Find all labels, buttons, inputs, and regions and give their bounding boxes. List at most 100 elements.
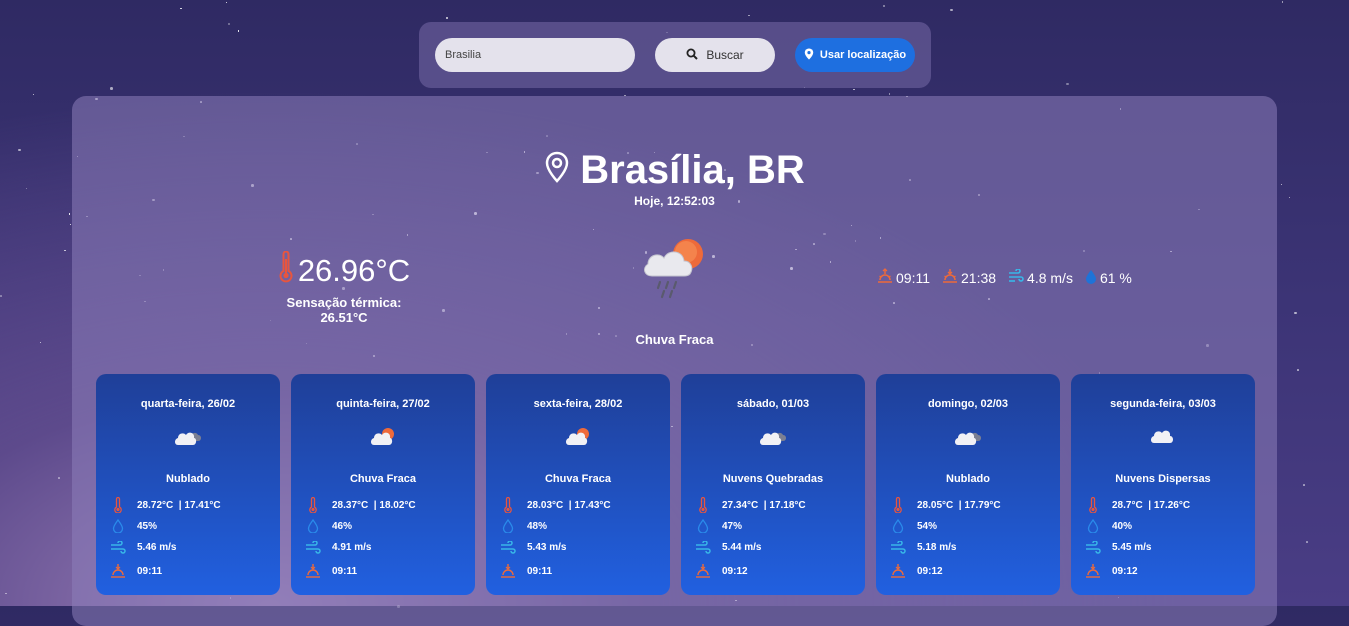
- sunrise-icon: [889, 563, 907, 579]
- wind-icon: [109, 541, 127, 554]
- forecast-humidity: 48%: [527, 520, 548, 532]
- star: [853, 88, 855, 91]
- forecast-condition: Nuvens Quebradas: [722, 473, 824, 485]
- star: [1297, 369, 1299, 371]
- forecast-wind: 4.91 m/s: [332, 542, 372, 553]
- water-drop-icon: [694, 519, 712, 533]
- star: [950, 8, 953, 12]
- forecast-sunrise-row: 09:12: [889, 563, 943, 579]
- forecast-wind: 5.46 m/s: [137, 542, 177, 553]
- sunrise-icon: [304, 563, 322, 579]
- star: [1280, 183, 1283, 186]
- star: [25, 187, 28, 190]
- star: [1303, 484, 1305, 486]
- water-drop-icon: [889, 519, 907, 533]
- forecast-sunrise: 09:11: [137, 565, 163, 577]
- forecast-condition: Nublado: [946, 473, 990, 485]
- star: [445, 16, 449, 20]
- search-button[interactable]: Buscar: [655, 38, 775, 72]
- star: [58, 477, 60, 479]
- forecast-wind: 5.18 m/s: [917, 542, 957, 553]
- forecast-temps: 28.05°C | 17.79°C: [917, 499, 1001, 511]
- sunset-value: 21:38: [961, 269, 997, 286]
- clouds-icon: [96, 426, 280, 448]
- star: [1294, 311, 1297, 315]
- star: [18, 148, 21, 152]
- thermometer-icon: [694, 497, 712, 513]
- forecast-date: segunda-feira, 03/03: [1110, 398, 1216, 410]
- search-bar: Buscar Usar localização: [419, 22, 931, 88]
- forecast-condition: Nublado: [166, 473, 210, 485]
- sun-cloud-icon: [486, 426, 670, 448]
- star: [237, 30, 240, 32]
- forecast-humidity-row: 45%: [109, 519, 157, 533]
- cloud-icon: [1071, 426, 1255, 446]
- forecast-card: sábado, 01/03 Nuvens Quebradas 27.34°C | 1…: [681, 374, 865, 595]
- star: [1066, 82, 1069, 86]
- search-input[interactable]: [435, 38, 635, 72]
- current-stats: 09:11 21:38 4.8 m/s 61 %: [877, 268, 1132, 287]
- thermometer-icon: [1084, 497, 1102, 513]
- use-location-label: Usar localização: [819, 49, 907, 61]
- water-drop-icon: [499, 519, 517, 533]
- star: [5, 592, 7, 595]
- forecast-temps: 27.34°C | 17.18°C: [722, 499, 806, 511]
- forecast-sunrise: 09:12: [1112, 565, 1138, 577]
- wind-icon: [304, 541, 322, 554]
- star: [180, 7, 182, 10]
- star: [64, 249, 66, 252]
- wind-stat: 4.8 m/s: [1008, 268, 1073, 287]
- forecast-sunrise: 09:12: [722, 565, 748, 577]
- thermometer-icon: [889, 497, 907, 513]
- wind-icon: [694, 541, 712, 554]
- location-pin-icon: [804, 48, 814, 63]
- star: [68, 213, 71, 215]
- forecast-temp-row: 28.03°C | 17.43°C: [499, 497, 611, 513]
- star: [0, 295, 2, 297]
- feels-like: Sensação térmica: 26.51°C: [286, 295, 402, 325]
- forecast-condition: Chuva Fraca: [544, 473, 612, 485]
- forecast-wind: 5.43 m/s: [527, 542, 567, 553]
- forecast-temp-row: 28.7°C | 17.26°C: [1084, 497, 1190, 513]
- forecast-condition: Nuvens Dispersas: [1115, 473, 1211, 485]
- water-drop-icon: [1084, 519, 1102, 533]
- current-temperature: 26.96°C: [297, 253, 411, 288]
- wind-icon: [889, 541, 907, 554]
- forecast-wind: 5.45 m/s: [1112, 542, 1152, 553]
- forecast-temp-row: 28.05°C | 17.79°C: [889, 497, 1001, 513]
- current-datetime: Hoje, 12:52:03: [634, 194, 715, 208]
- water-drop-icon: [1085, 269, 1097, 287]
- forecast-sunrise-row: 09:12: [1084, 563, 1138, 579]
- forecast-card: quarta-feira, 26/02 Nublado 28.72°C | 17.4…: [96, 374, 280, 595]
- forecast-condition: Chuva Fraca: [349, 473, 417, 485]
- sunrise-stat: 09:11: [877, 268, 930, 287]
- forecast-sunrise-row: 09:11: [304, 563, 357, 579]
- forecast-temps: 28.37°C | 18.02°C: [332, 499, 416, 511]
- forecast-humidity: 54%: [917, 520, 938, 532]
- star: [1288, 196, 1291, 199]
- forecast-wind-row: 5.45 m/s: [1084, 541, 1151, 554]
- wind-icon: [1008, 268, 1024, 286]
- sunset-icon: [942, 268, 958, 287]
- use-location-button[interactable]: Usar localização: [795, 38, 915, 72]
- star: [888, 93, 891, 95]
- forecast-wind: 5.44 m/s: [722, 542, 762, 553]
- forecast-temp-row: 27.34°C | 17.18°C: [694, 497, 806, 513]
- sunrise-icon: [1084, 563, 1102, 579]
- forecast-sunrise: 09:11: [527, 565, 553, 577]
- star: [39, 341, 42, 344]
- wind-icon: [499, 541, 517, 554]
- forecast-wind-row: 5.46 m/s: [109, 541, 176, 554]
- forecast-temps: 28.7°C | 17.26°C: [1112, 499, 1191, 511]
- current-condition: Chuva Fraca: [635, 332, 714, 347]
- thermometer-icon: [278, 250, 294, 291]
- forecast-card: sexta-feira, 28/02 Chuva Fraca 28.03°C | 1…: [486, 374, 670, 595]
- weather-card: Brasília, BR Hoje, 12:52:03 26.96°C Sens…: [72, 96, 1277, 626]
- temperature-block: 26.96°C Sensação térmica: 26.51°C: [264, 250, 424, 325]
- forecast-temp-row: 28.72°C | 17.41°C: [109, 497, 221, 513]
- humidity-value: 61 %: [1099, 269, 1132, 286]
- sun-cloud-icon: [291, 426, 475, 448]
- star: [882, 4, 886, 8]
- star: [1281, 1, 1284, 3]
- star: [1306, 541, 1308, 543]
